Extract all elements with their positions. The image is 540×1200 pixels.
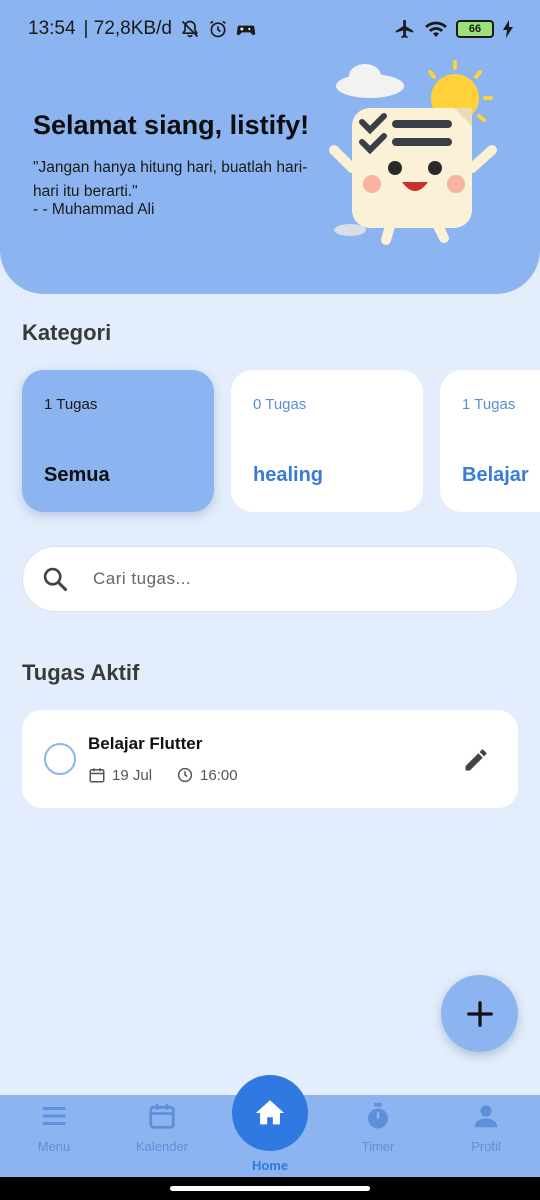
person-icon	[474, 1105, 498, 1128]
clock-icon	[177, 767, 193, 783]
category-card-healing[interactable]: 0 Tugas healing	[231, 370, 423, 512]
bell-off-icon	[181, 20, 199, 38]
quote-text: "Jangan hanya hitung hari, buatlah hari-…	[33, 159, 308, 200]
network-speed: | 72,8KB/d	[83, 18, 172, 39]
edit-icon[interactable]	[462, 746, 490, 774]
category-count: 1 Tugas	[462, 396, 516, 413]
task-meta: 19 Jul 16:00	[88, 766, 238, 784]
search-icon	[43, 567, 68, 592]
timer-icon	[368, 1102, 388, 1129]
category-card-semua[interactable]: 1 Tugas Semua	[22, 370, 214, 512]
search-bar[interactable]	[22, 546, 518, 612]
nav-item-calendar[interactable]: Kalender	[108, 1095, 216, 1177]
gesture-handle[interactable]	[170, 1186, 370, 1191]
nav-item-timer[interactable]: Timer	[324, 1095, 432, 1177]
category-count: 1 Tugas	[44, 396, 98, 413]
category-name: healing	[253, 464, 324, 486]
nav-label: Profil	[471, 1139, 501, 1154]
task-checkbox[interactable]	[44, 743, 76, 775]
nav-item-home[interactable]	[232, 1075, 308, 1151]
add-task-button[interactable]	[441, 975, 518, 1052]
category-card-belajar[interactable]: 1 Tugas Belajar	[440, 370, 540, 512]
search-input[interactable]	[93, 569, 473, 589]
quote-author: - - Muhammad Ali	[33, 201, 155, 218]
greeting-title: Selamat siang, listify!	[33, 110, 310, 140]
charging-icon	[503, 20, 513, 38]
categories-title: Kategori	[22, 320, 112, 345]
nav-label: Timer	[361, 1139, 395, 1154]
nav-item-menu[interactable]: Menu	[0, 1095, 108, 1177]
home-icon	[255, 1100, 285, 1125]
status-time: 13:54	[28, 18, 76, 39]
airplane-icon	[395, 19, 414, 39]
category-count: 0 Tugas	[253, 396, 307, 413]
task-date: 19 Jul	[112, 766, 153, 784]
nav-label: Kalender	[135, 1139, 189, 1154]
category-name: Belajar	[462, 464, 529, 486]
mascot-illustration	[329, 60, 497, 245]
calendar-icon	[149, 1104, 175, 1129]
task-card[interactable]: Belajar Flutter 19 Jul 16:00	[22, 710, 518, 808]
alarm-icon	[209, 20, 226, 38]
battery-icon: 66	[456, 20, 494, 38]
menu-icon	[42, 1107, 66, 1125]
status-bar: 13:54 | 72,8KB/d 66	[0, 0, 540, 58]
battery-level: 66	[468, 23, 482, 35]
calendar-icon	[89, 768, 105, 783]
task-title: Belajar Flutter	[88, 734, 203, 753]
active-tasks-title: Tugas Aktif	[22, 660, 140, 685]
task-time: 16:00	[200, 766, 238, 784]
nav-label-home: Home	[251, 1158, 289, 1173]
game-controller-icon	[236, 25, 256, 36]
category-name: Semua	[44, 464, 110, 486]
wifi-icon	[425, 21, 447, 37]
nav-label: Menu	[37, 1139, 71, 1154]
plus-icon	[466, 1000, 493, 1027]
nav-item-profile[interactable]: Profil	[432, 1095, 540, 1177]
